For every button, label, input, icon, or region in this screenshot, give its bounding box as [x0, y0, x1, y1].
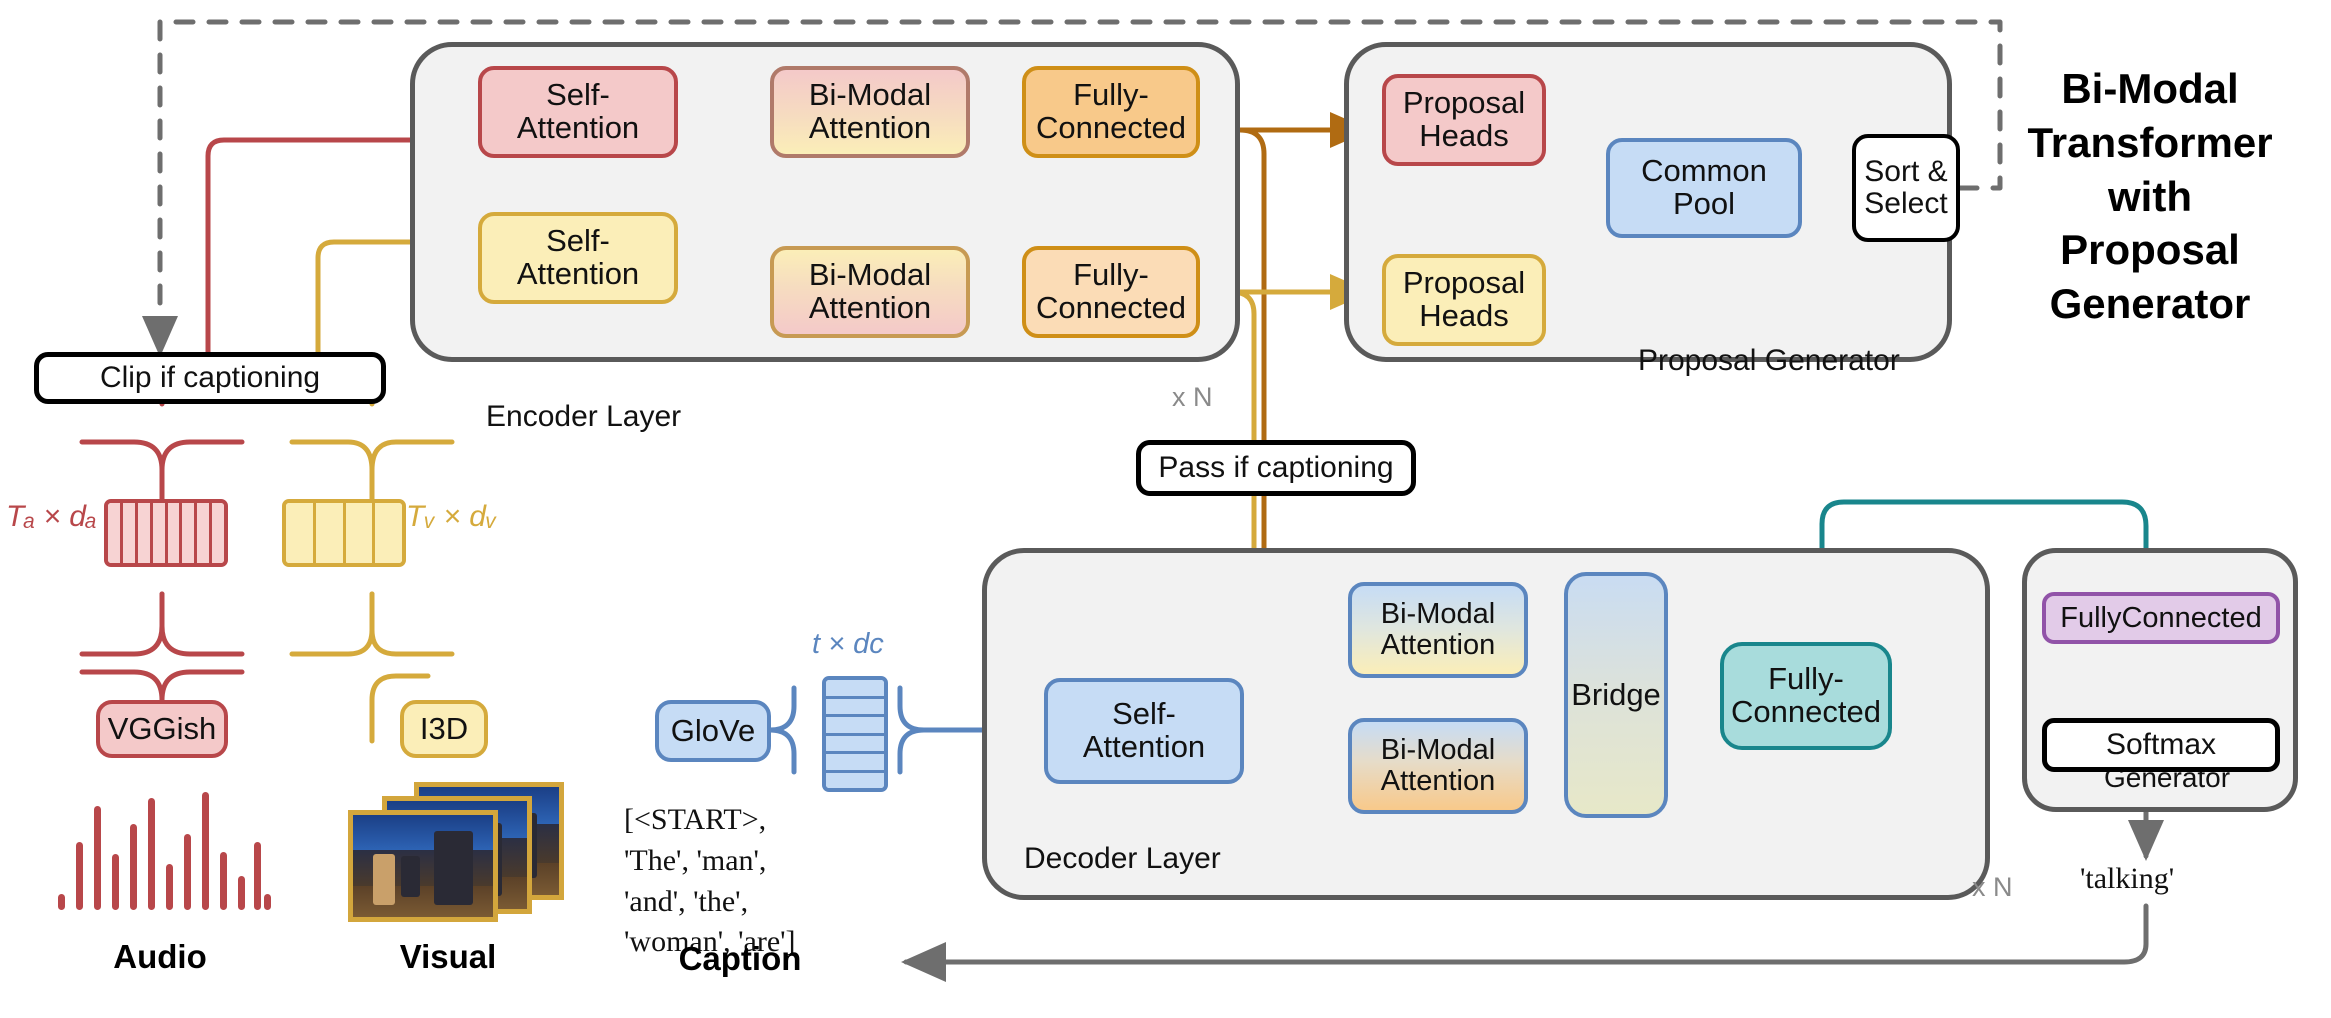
encoder-layer-caption: Encoder Layer [486, 400, 682, 433]
audio-modality-label: Audio [113, 938, 207, 975]
proposal-heads-visual[interactable]: Proposal Heads [1382, 254, 1546, 346]
generator-softmax[interactable]: Softmax [2042, 718, 2280, 772]
common-pool-label: Common Pool [1641, 153, 1767, 221]
token-cell [149, 503, 165, 563]
vggish-extractor[interactable]: VGGish [96, 700, 228, 758]
video-frames-icon [348, 782, 578, 922]
glove-label: GloVe [670, 712, 756, 748]
generator-fully-connected-label: FullyConnected [2060, 601, 2262, 634]
token-cell [826, 751, 884, 770]
audio-waveform-icon [58, 790, 271, 910]
encoder-visual-fully-connected-label: Fully- Connected [1036, 257, 1186, 325]
token-cell [826, 714, 884, 733]
token-cell [826, 680, 884, 696]
token-cell [342, 503, 373, 563]
caption-dim-label: t × dᴄ [812, 628, 884, 660]
generator-fully-connected[interactable]: FullyConnected [2042, 592, 2280, 644]
proposal-heads-audio[interactable]: Proposal Heads [1382, 74, 1546, 166]
clip-if-captioning-gate[interactable]: Clip if captioning [34, 352, 386, 404]
encoder-visual-fully-connected[interactable]: Fully- Connected [1022, 246, 1200, 338]
decoder-bimodal-attention-top-label: Bi-Modal Attention [1380, 598, 1496, 661]
encoder-visual-bimodal-attention[interactable]: Bi-Modal Attention [770, 246, 970, 338]
token-cell [164, 503, 180, 563]
decoder-repeat-label: x N [1972, 872, 2013, 902]
diagram-canvas: Bi-Modal Transformer with Proposal Gener… [0, 0, 2331, 1018]
glove-extractor[interactable]: GloVe [655, 700, 771, 762]
decoder-layer-caption: Decoder Layer [1024, 842, 1221, 875]
clip-if-captioning-label: Clip if captioning [99, 361, 321, 395]
i3d-label: I3D [419, 710, 469, 746]
pass-if-captioning-label: Pass if captioning [1158, 451, 1394, 485]
token-cell [372, 503, 402, 563]
encoder-repeat-label: x N [1172, 382, 1213, 412]
audio-feature-grid [104, 499, 228, 567]
decoder-self-attention-label: Self- Attention [1082, 696, 1206, 764]
decoder-bimodal-attention-top[interactable]: Bi-Modal Attention [1348, 582, 1528, 678]
decoder-bridge-label: Bridge [1571, 676, 1661, 712]
caption-feature-grid [822, 676, 888, 792]
visual-dim-label: Tᵥ × dᵥ [406, 500, 497, 533]
i3d-extractor[interactable]: I3D [400, 700, 488, 758]
encoder-visual-self-attention-label: Self- Attention [516, 223, 640, 291]
encoder-audio-self-attention[interactable]: Self- Attention [478, 66, 678, 158]
encoder-audio-bimodal-attention[interactable]: Bi-Modal Attention [770, 66, 970, 158]
encoder-visual-bimodal-attention-label: Bi-Modal Attention [808, 257, 932, 325]
caption-tokens-text: [<START>, 'The', 'man', 'and', 'the', 'w… [624, 803, 796, 959]
title-line-1: Bi-Modal [2061, 65, 2239, 112]
common-pool[interactable]: Common Pool [1606, 138, 1802, 238]
proposal-heads-visual-label: Proposal Heads [1402, 265, 1526, 333]
token-cell [134, 503, 150, 563]
decoder-bimodal-attention-bottom-label: Bi-Modal Attention [1380, 734, 1496, 797]
vggish-label: VGGish [107, 710, 217, 746]
token-cell [286, 503, 313, 563]
decoder-bimodal-attention-bottom[interactable]: Bi-Modal Attention [1348, 718, 1528, 814]
page-title: Bi-Modal Transformer with Proposal Gener… [1990, 62, 2310, 331]
token-cell [194, 503, 210, 563]
title-line-5: Generator [2049, 280, 2251, 327]
decoder-bridge[interactable]: Bridge [1564, 572, 1668, 818]
visual-feature-grid [282, 499, 406, 567]
token-cell [209, 503, 224, 563]
visual-modality-label: Visual [399, 938, 497, 975]
audio-dim-label: Tₐ × dₐ [6, 500, 97, 533]
encoder-audio-bimodal-attention-label: Bi-Modal Attention [808, 77, 932, 145]
title-line-3: with [2108, 172, 2192, 220]
token-cell [179, 503, 195, 563]
token-cell [312, 503, 343, 563]
sort-and-select[interactable]: Sort & Select [1852, 134, 1960, 242]
encoder-audio-fully-connected[interactable]: Fully- Connected [1022, 66, 1200, 158]
token-cell [826, 695, 884, 714]
title-line-2: Transformer [2027, 118, 2273, 166]
token-cell [826, 769, 884, 788]
decoder-self-attention[interactable]: Self- Attention [1044, 678, 1244, 784]
proposal-heads-audio-label: Proposal Heads [1402, 85, 1526, 153]
token-cell [108, 503, 120, 563]
title-line-4: Proposal [2060, 226, 2240, 274]
encoder-visual-self-attention[interactable]: Self- Attention [478, 212, 678, 304]
token-cell [826, 732, 884, 751]
sort-and-select-label: Sort & Select [1864, 155, 1948, 220]
encoder-audio-self-attention-label: Self- Attention [516, 77, 640, 145]
proposal-generator-caption: Proposal Generator [1638, 344, 1900, 377]
token-cell [119, 503, 135, 563]
generator-output-token: 'talking' [2080, 862, 2175, 895]
pass-if-captioning-gate[interactable]: Pass if captioning [1136, 440, 1416, 496]
generator-softmax-label: Softmax [2105, 728, 2217, 762]
caption-modality-label: Caption [678, 940, 802, 977]
decoder-fully-connected[interactable]: Fully- Connected [1720, 642, 1892, 750]
decoder-fully-connected-label: Fully- Connected [1731, 661, 1881, 729]
encoder-audio-fully-connected-label: Fully- Connected [1036, 77, 1186, 145]
